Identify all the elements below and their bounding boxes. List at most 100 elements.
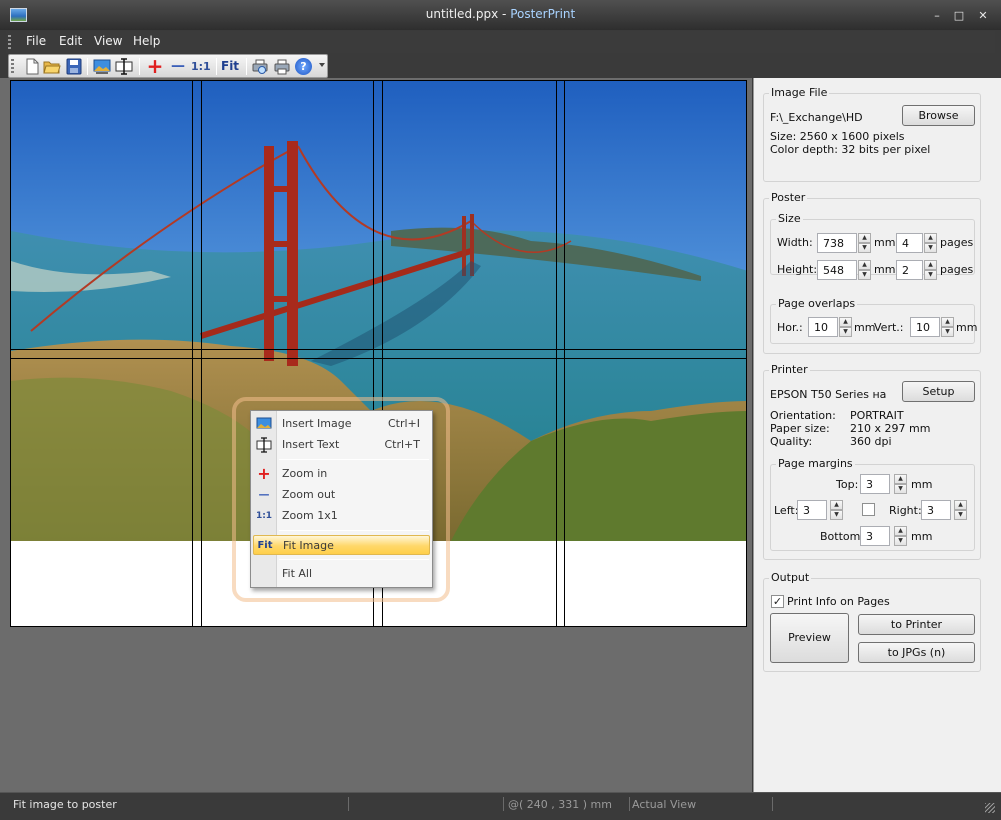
spin-down-icon[interactable]: ▼	[894, 484, 907, 494]
vert-unit: mm	[956, 321, 978, 334]
context-item-fit-image[interactable]: Fit Fit Image	[253, 535, 430, 555]
insert-image-icon	[256, 416, 272, 432]
top-margin-label: Top:	[836, 478, 859, 491]
preview-button[interactable]: Preview	[770, 613, 849, 663]
top-margin-spinner[interactable]: ▲ ▼	[894, 474, 907, 494]
group-title: Poster	[769, 191, 808, 204]
context-item-zoom-out[interactable]: — Zoom out	[253, 485, 430, 505]
width-spinner[interactable]: ▲ ▼	[858, 233, 871, 253]
bottom-margin-spinner[interactable]: ▲ ▼	[894, 526, 907, 546]
spin-up-icon[interactable]: ▲	[858, 233, 871, 243]
zoom-in-icon: +	[257, 464, 271, 483]
spin-down-icon[interactable]: ▼	[924, 243, 937, 253]
fit-icon[interactable]: Fit	[221, 58, 243, 75]
maximize-button[interactable]: □	[952, 10, 966, 22]
spin-up-icon[interactable]: ▲	[858, 260, 871, 270]
spin-up-icon[interactable]: ▲	[941, 317, 954, 327]
spin-down-icon[interactable]: ▼	[839, 327, 852, 337]
status-position: @( 240 , 331 ) mm	[508, 798, 612, 811]
context-item-insert-text[interactable]: Insert Text Ctrl+T	[253, 435, 430, 455]
spin-down-icon[interactable]: ▼	[954, 510, 967, 520]
spin-up-icon[interactable]: ▲	[924, 260, 937, 270]
save-icon[interactable]	[65, 58, 83, 75]
context-item-insert-image[interactable]: Insert Image Ctrl+I	[253, 414, 430, 434]
page-boundary-line	[564, 81, 565, 626]
quality-value: 360 dpi	[850, 435, 892, 448]
width-input[interactable]: 738	[817, 233, 857, 253]
context-item-zoom-1x1[interactable]: 1:1 Zoom 1x1	[253, 506, 430, 526]
spin-down-icon[interactable]: ▼	[858, 270, 871, 280]
menu-view[interactable]: View	[94, 34, 122, 48]
spin-up-icon[interactable]: ▲	[839, 317, 852, 327]
spin-down-icon[interactable]: ▼	[894, 536, 907, 546]
height-spinner[interactable]: ▲ ▼	[858, 260, 871, 280]
hor-label: Hor.:	[777, 321, 803, 334]
print-icon[interactable]	[273, 58, 291, 75]
zoom-1x1-icon[interactable]: 1:1	[191, 58, 213, 75]
height-pages-input[interactable]: 2	[896, 260, 923, 280]
left-margin-input[interactable]: 3	[797, 500, 827, 520]
print-info-checkbox[interactable]: ✓	[771, 595, 784, 608]
group-title: Page overlaps	[776, 297, 858, 310]
spin-down-icon[interactable]: ▼	[941, 327, 954, 337]
image-path: F:\_Exchange\HD	[770, 111, 863, 124]
context-item-label: Fit All	[282, 567, 313, 580]
vert-label: Vert.:	[874, 321, 904, 334]
setup-button[interactable]: Setup	[902, 381, 975, 402]
poster-size-group: Size Width: 738 ▲ ▼ mm 4 ▲ ▼ pages Height:…	[770, 212, 975, 280]
menu-edit[interactable]: Edit	[59, 34, 82, 48]
paper-size-value: 210 x 297 mm	[850, 422, 931, 435]
zoom-out-icon[interactable]: —	[169, 58, 187, 75]
output-group: Output ✓ Print Info on Pages Preview to …	[763, 571, 981, 672]
insert-text-icon[interactable]	[115, 58, 133, 75]
paper-size-label: Paper size:	[770, 422, 830, 435]
title-bar[interactable]: untitled.ppx - PosterPrint – □ ✕	[0, 0, 1001, 30]
context-item-label: Insert Text	[282, 438, 340, 451]
spin-up-icon[interactable]: ▲	[894, 526, 907, 536]
spin-down-icon[interactable]: ▼	[858, 243, 871, 253]
print-preview-icon[interactable]	[251, 58, 269, 75]
context-item-zoom-in[interactable]: + Zoom in	[253, 464, 430, 484]
context-item-fit-all[interactable]: Fit All	[253, 564, 430, 584]
new-document-icon[interactable]	[23, 58, 41, 75]
vert-overlap-spinner[interactable]: ▲ ▼	[941, 317, 954, 337]
image-color-depth: Color depth: 32 bits per pixel	[770, 143, 931, 156]
right-margin-input[interactable]: 3	[921, 500, 951, 520]
zoom-in-icon[interactable]: +	[146, 56, 164, 76]
resize-grip-icon[interactable]	[985, 803, 995, 813]
context-menu-separator	[279, 559, 429, 560]
spin-up-icon[interactable]: ▲	[894, 474, 907, 484]
width-pages-input[interactable]: 4	[896, 233, 923, 253]
height-input[interactable]: 548	[817, 260, 857, 280]
open-folder-icon[interactable]	[43, 58, 61, 75]
to-printer-button[interactable]: to Printer	[858, 614, 975, 635]
bottom-margin-input[interactable]: 3	[860, 526, 890, 546]
height-pages-spinner[interactable]: ▲ ▼	[924, 260, 937, 280]
browse-button[interactable]: Browse	[902, 105, 975, 126]
toolbar-overflow-icon[interactable]	[319, 63, 325, 67]
spin-up-icon[interactable]: ▲	[830, 500, 843, 510]
width-pages-spinner[interactable]: ▲ ▼	[924, 233, 937, 253]
spin-down-icon[interactable]: ▼	[924, 270, 937, 280]
insert-image-icon[interactable]	[93, 58, 111, 75]
help-icon[interactable]: ?	[295, 58, 312, 75]
minimize-button[interactable]: –	[930, 10, 944, 22]
spin-up-icon[interactable]: ▲	[924, 233, 937, 243]
margin-link-checkbox[interactable]	[862, 503, 875, 516]
toolbar-separator	[139, 58, 140, 75]
to-jpgs-button[interactable]: to JPGs (n)	[858, 642, 975, 663]
toolbar-grip-icon[interactable]	[11, 59, 14, 73]
top-margin-input[interactable]: 3	[860, 474, 890, 494]
close-button[interactable]: ✕	[976, 10, 990, 22]
menu-file[interactable]: File	[26, 34, 46, 48]
left-margin-spinner[interactable]: ▲ ▼	[830, 500, 843, 520]
menu-help[interactable]: Help	[133, 34, 160, 48]
menubar-grip-icon[interactable]	[8, 35, 11, 49]
spin-down-icon[interactable]: ▼	[830, 510, 843, 520]
hor-overlap-spinner[interactable]: ▲ ▼	[839, 317, 852, 337]
status-separator	[503, 797, 504, 811]
spin-up-icon[interactable]: ▲	[954, 500, 967, 510]
hor-overlap-input[interactable]: 10	[808, 317, 838, 337]
right-margin-spinner[interactable]: ▲ ▼	[954, 500, 967, 520]
vert-overlap-input[interactable]: 10	[910, 317, 940, 337]
